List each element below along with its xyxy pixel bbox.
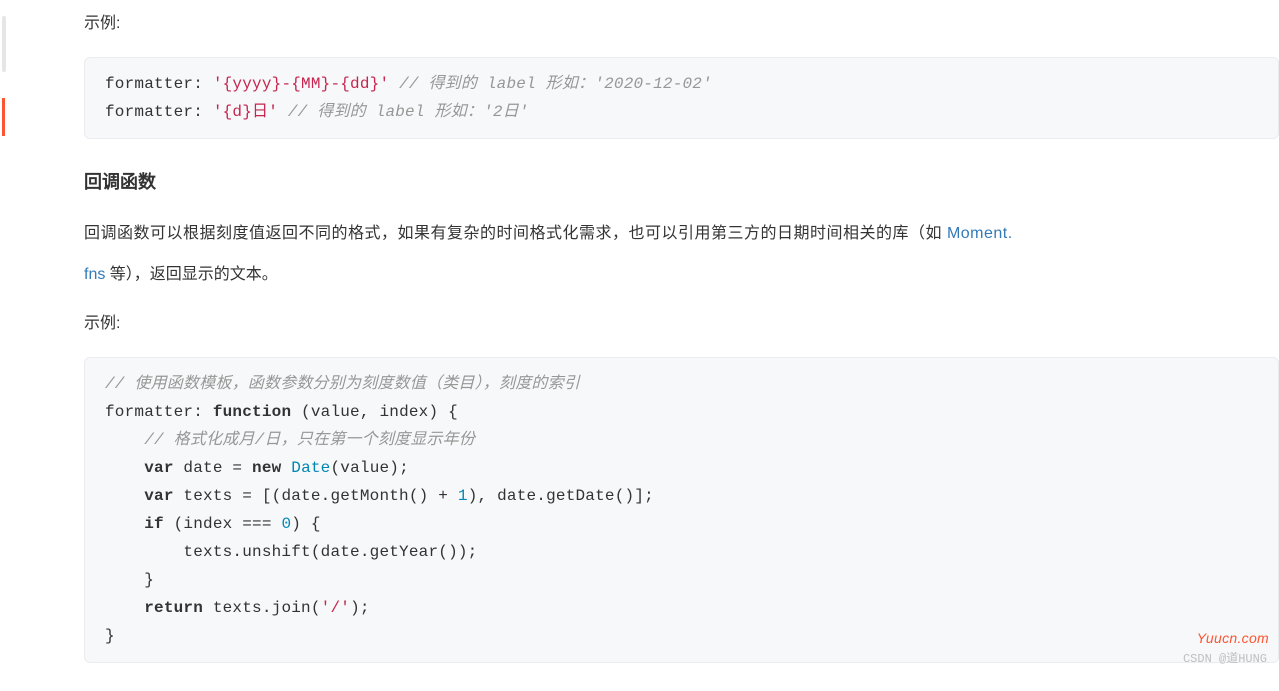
code-class: Date <box>291 459 330 477</box>
code-text: texts.join( <box>203 599 321 617</box>
code-text: (index === <box>164 515 282 533</box>
code-keyword: return <box>144 599 203 617</box>
code-keyword: function <box>213 403 291 421</box>
watermark-site: Yuucn.com <box>1197 627 1269 651</box>
code-string: '/' <box>321 599 350 617</box>
code-text: formatter: <box>105 403 213 421</box>
code-text: ) { <box>291 515 320 533</box>
code-text <box>105 599 144 617</box>
watermark-author: CSDN @道HUNG <box>1183 649 1267 669</box>
code-text: ), date.getDate()]; <box>468 487 654 505</box>
code-text <box>105 459 144 477</box>
code-comment: // 使用函数模板，函数参数分别为刻度数值（类目），刻度的索引 <box>105 375 580 393</box>
code-keyword: new <box>252 459 281 477</box>
code-string: '{d}日' <box>213 103 278 121</box>
code-text: (value, index) { <box>291 403 458 421</box>
code-text: (value); <box>330 459 408 477</box>
code-keyword: var <box>144 459 173 477</box>
left-rail <box>0 0 4 675</box>
code-string: '{yyyy}-{MM}-{dd}' <box>213 75 389 93</box>
code-comment: // 得到的 label 形如：'2日' <box>278 103 529 121</box>
code-text: } <box>105 627 115 645</box>
code-number: 0 <box>281 515 291 533</box>
rail-red <box>2 98 5 136</box>
code-text: texts = [(date.getMonth() + <box>174 487 458 505</box>
section-paragraph: 回调函数可以根据刻度值返回不同的格式，如果有复杂的时间格式化需求，也可以引用第三… <box>84 220 1279 247</box>
example-label-2: 示例: <box>84 310 1279 337</box>
paragraph-text: 回调函数可以根据刻度值返回不同的格式，如果有复杂的时间格式化需求，也可以引用第三… <box>84 225 947 242</box>
code-comment: // 得到的 label 形如：'2020-12-02' <box>389 75 712 93</box>
section-heading: 回调函数 <box>84 167 1279 198</box>
code-text: date = <box>174 459 252 477</box>
code-block-2: // 使用函数模板，函数参数分别为刻度数值（类目），刻度的索引 formatte… <box>84 357 1279 663</box>
moment-link[interactable]: Moment. <box>947 225 1013 242</box>
code-text <box>281 459 291 477</box>
article-body: 示例: formatter: '{yyyy}-{MM}-{dd}' // 得到的… <box>0 0 1279 663</box>
rail-grey <box>2 16 6 72</box>
example-label-1: 示例: <box>84 10 1279 37</box>
code-number: 1 <box>458 487 468 505</box>
code-keyword: if <box>144 515 164 533</box>
code-text <box>105 515 144 533</box>
code-text <box>105 487 144 505</box>
code-comment: // 格式化成月/日，只在第一个刻度显示年份 <box>105 431 475 449</box>
code-keyword: var <box>144 487 173 505</box>
code-text: texts.unshift(date.getYear()); <box>105 543 477 561</box>
code-text: formatter: <box>105 103 213 121</box>
fns-link[interactable]: fns <box>84 266 105 283</box>
code-text: formatter: <box>105 75 213 93</box>
section-paragraph-2: fns 等），返回显示的文本。 <box>84 261 1279 288</box>
paragraph-text: 等），返回显示的文本。 <box>105 266 277 283</box>
code-text: } <box>105 571 154 589</box>
code-text: ); <box>350 599 370 617</box>
code-block-1: formatter: '{yyyy}-{MM}-{dd}' // 得到的 lab… <box>84 57 1279 139</box>
